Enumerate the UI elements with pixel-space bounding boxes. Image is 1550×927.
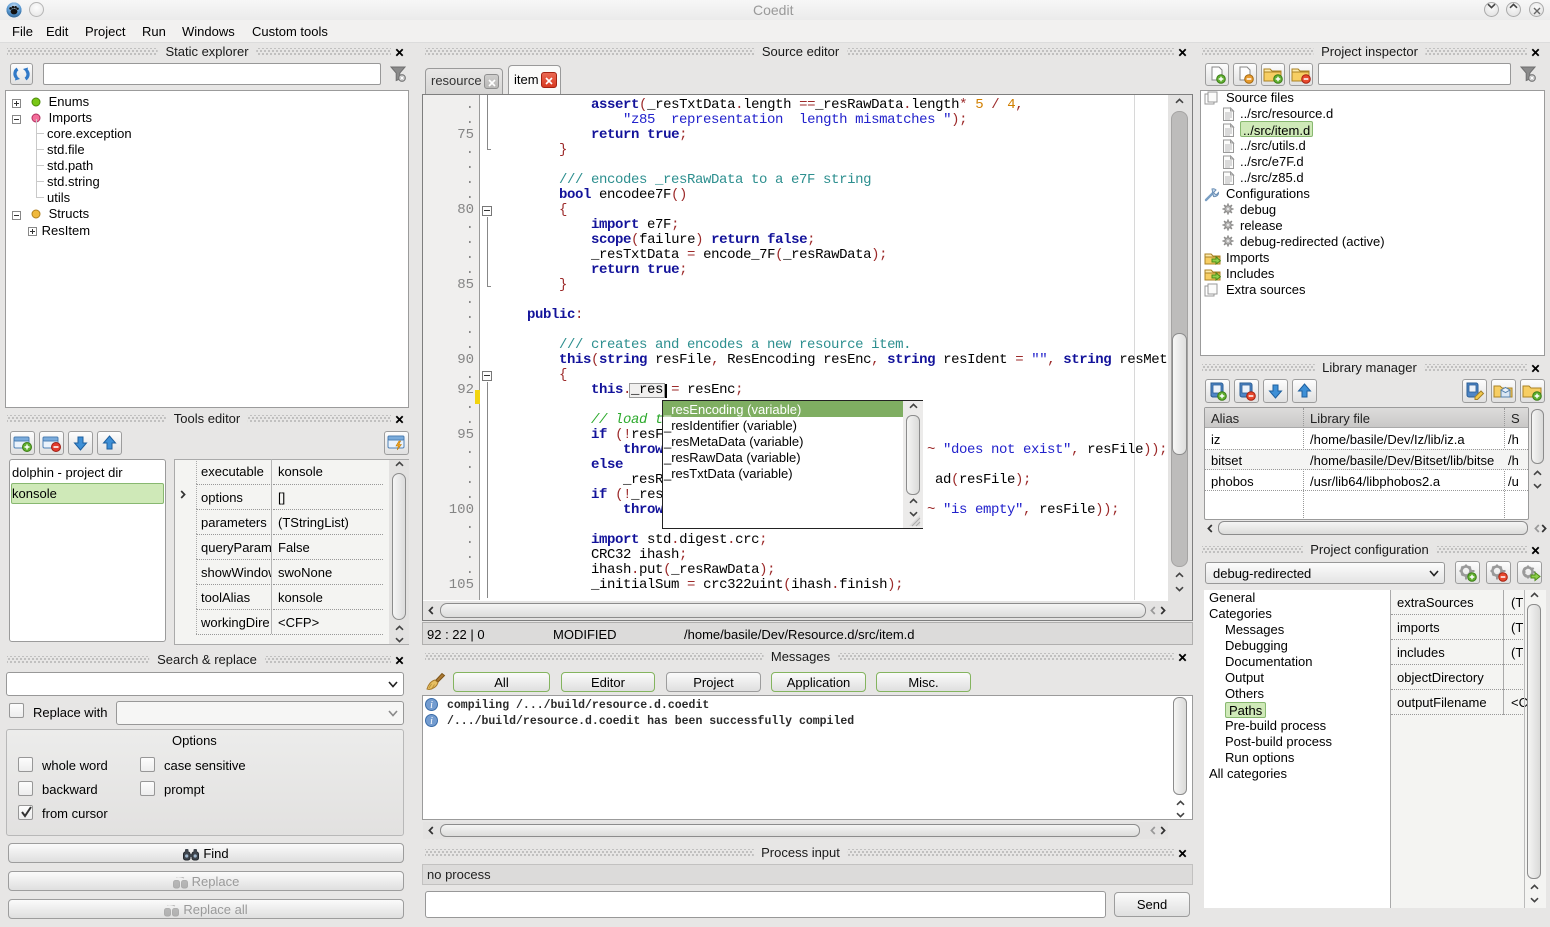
svg-text:i: i [430,716,433,727]
svg-text:i: i [430,700,433,711]
